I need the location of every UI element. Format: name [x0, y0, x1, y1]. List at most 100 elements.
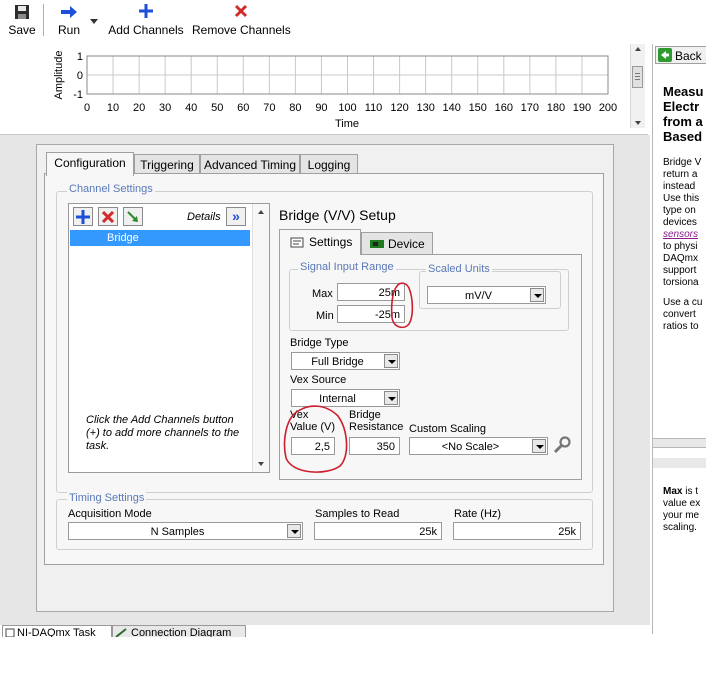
x-tick-label: 60 [237, 102, 249, 114]
help-text-line: scaling. [663, 522, 697, 533]
vex-source-select[interactable]: Internal [291, 389, 400, 407]
x-tick-label: 50 [211, 102, 223, 114]
scaled-units-select[interactable]: mV/V [427, 286, 546, 304]
back-button[interactable]: Back [655, 46, 706, 64]
bridge-type-value: Full Bridge [311, 356, 364, 368]
edit-channel-button[interactable] [123, 207, 143, 226]
x-tick-label: 30 [159, 102, 171, 114]
run-arrow-icon [61, 6, 77, 18]
wrench-button[interactable] [553, 436, 571, 454]
amplitude-time-graph: 0 10 20 30 40 50 60 70 80 90 100 110 120 130 140 150 160… [53, 51, 617, 130]
tab-nidaqmx-task[interactable]: NI-DAQmx Task [2, 625, 112, 637]
red-x-icon [234, 4, 248, 18]
add-channel-hint: Click the Add Channels button (+) to add… [86, 414, 240, 452]
help-splitter[interactable] [653, 438, 706, 448]
help-link-sensors[interactable]: sensors [663, 229, 701, 241]
bridge-type-select[interactable]: Full Bridge [291, 352, 400, 370]
x-tick-label: 10 [107, 102, 119, 114]
scroll-up-icon [258, 210, 264, 214]
help-text-line: ratios to [663, 321, 699, 332]
save-label: Save [8, 23, 36, 37]
bridge-resistance-label-line2: Resistance [349, 421, 404, 433]
x-tick-label: 130 [416, 102, 434, 114]
tab-nidaqmx-task-label: NI-DAQmx Task [17, 627, 96, 637]
acquisition-mode-select[interactable]: N Samples [68, 522, 303, 540]
vex-value-input[interactable]: 2,5 [291, 437, 335, 455]
chevron-down-icon [384, 354, 398, 368]
chevron-down-icon [384, 391, 398, 405]
x-tick-label: 20 [133, 102, 145, 114]
x-axis-label: Time [335, 118, 359, 130]
chevron-down-icon [530, 288, 544, 302]
run-label: Run [57, 23, 80, 37]
tab-connection-diagram[interactable]: Connection Diagram [112, 625, 246, 637]
custom-scaling-value: <No Scale> [441, 441, 500, 453]
help-heading: Measu Electr from a Based [663, 84, 703, 144]
bridge-resistance-label-line1: Bridge [349, 409, 381, 421]
x-tick-label: 100 [338, 102, 356, 114]
remove-channel-button[interactable] [98, 207, 118, 226]
setup-title: Bridge (V/V) Setup [279, 207, 396, 223]
custom-scaling-label: Custom Scaling [409, 423, 487, 435]
configuration-tab-content: Channel Settings Details » Bridge Click … [44, 173, 604, 565]
scroll-up-icon[interactable] [633, 44, 643, 52]
x-tick-label: 90 [315, 102, 327, 114]
acquisition-mode-label: Acquisition Mode [68, 508, 152, 520]
x-tick-label: 190 [573, 102, 591, 114]
details-expand-button[interactable]: » [226, 207, 246, 226]
help-text-line: DAQmx [663, 253, 698, 264]
help-bottom-text: Max is t value ex your me scaling. [663, 486, 700, 534]
min-input[interactable]: -25m [337, 305, 405, 323]
vex-value-label-line2: Value (V) [290, 421, 336, 433]
scroll-down-icon[interactable] [633, 118, 643, 126]
vex-source-value: Internal [319, 393, 356, 405]
x-tick-label: 180 [547, 102, 565, 114]
tab-triggering[interactable]: Triggering [134, 154, 200, 175]
connection-icon [115, 628, 127, 637]
run-dropdown-button[interactable] [89, 16, 99, 26]
help-text-line: your me [663, 510, 700, 521]
tab-logging[interactable]: Logging [300, 154, 358, 175]
save-button[interactable]: Save [6, 2, 38, 38]
add-channels-button[interactable]: Add Channels [106, 2, 186, 38]
help-heading-line: Electr [663, 99, 700, 114]
remove-channels-button[interactable]: Remove Channels [192, 2, 291, 38]
channel-settings-title: Channel Settings [67, 183, 155, 195]
graph-scrollbar[interactable] [630, 44, 645, 128]
help-splitter-bar [653, 458, 706, 468]
wrench-icon [553, 436, 571, 454]
settings-tab-label: Settings [309, 235, 353, 249]
x-tick-label: 160 [495, 102, 513, 114]
help-heading-line: Measu [663, 84, 704, 99]
details-label: Details [187, 211, 221, 223]
toolbar-separator [43, 4, 44, 36]
x-tick-label: 150 [469, 102, 487, 114]
device-tab-label: Device [388, 237, 425, 251]
channel-list-item[interactable]: Bridge [70, 230, 250, 246]
rate-label: Rate (Hz) [454, 508, 502, 520]
settings-icon [290, 237, 304, 248]
tab-advanced-timing[interactable]: Advanced Timing [200, 154, 300, 175]
device-board-icon [370, 240, 384, 248]
rate-input[interactable]: 25k [453, 522, 581, 540]
run-button[interactable]: Run [52, 2, 86, 38]
x-tick-label: 140 [443, 102, 461, 114]
help-text-line: to physi [663, 241, 698, 252]
bridge-resistance-input[interactable]: 350 [349, 437, 400, 455]
tab-device[interactable]: Device [361, 232, 433, 254]
tab-settings[interactable]: Settings [279, 229, 361, 255]
bridge-type-label: Bridge Type [290, 337, 349, 349]
channel-list-scrollbar[interactable] [252, 204, 269, 472]
channel-name: Bridge [107, 232, 139, 244]
samples-to-read-input[interactable]: 25k [314, 522, 442, 540]
custom-scaling-select[interactable]: <No Scale> [409, 437, 548, 455]
help-text-line: convert [663, 309, 696, 320]
acquisition-mode-value: N Samples [150, 526, 205, 538]
scroll-thumb[interactable] [632, 66, 643, 88]
max-input[interactable]: 25m [337, 283, 405, 301]
add-channel-button[interactable] [73, 207, 93, 226]
tab-configuration[interactable]: Configuration [46, 152, 134, 176]
signal-input-range-title: Signal Input Range [298, 261, 396, 273]
timing-settings-title: Timing Settings [67, 492, 147, 504]
x-tick-label: 0 [84, 102, 90, 114]
